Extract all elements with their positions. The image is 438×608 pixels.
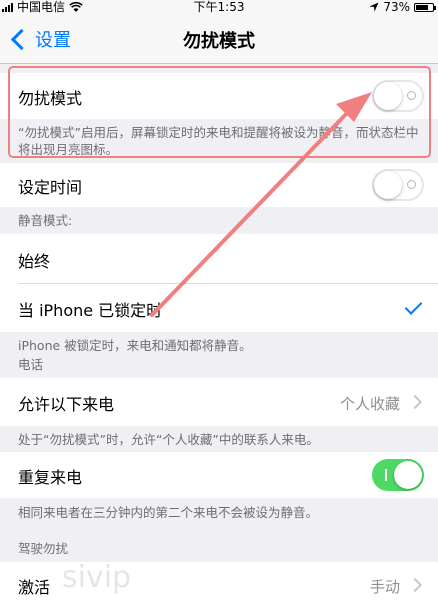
allow-calls-row[interactable]: 允许以下来电 个人收藏 <box>0 378 438 426</box>
scheduled-row: 设定时间 <box>0 163 438 207</box>
repeated-calls-footer: 相同来电者在三分钟内的第二个来电不会被设为静音。 <box>18 505 319 520</box>
toggle-knob <box>374 82 402 110</box>
allow-calls-label: 允许以下来电 <box>18 395 115 414</box>
scheduled-toggle[interactable] <box>372 169 424 201</box>
activate-row[interactable]: 激活 手动 <box>0 562 438 608</box>
location-icon <box>369 2 379 12</box>
page-title: 勿扰模式 <box>183 31 255 52</box>
dnd-row: 勿扰模式 <box>0 73 438 119</box>
status-bar: 中国电信 下午1:53 73% <box>0 0 438 14</box>
toggle-knob <box>394 461 422 489</box>
phone-header: 电话 <box>18 357 44 372</box>
checkmark-icon <box>404 297 423 315</box>
navigation-bar: 设置 勿扰模式 <box>0 14 438 64</box>
dnd-footer: “勿扰模式”启用后，屏幕锁定时的来电和提醒将被设为静音，而状态栏中将出现月亮图标… <box>18 125 419 157</box>
chevron-right-icon <box>407 394 423 410</box>
battery-icon <box>414 2 436 12</box>
toggle-knob <box>374 171 402 199</box>
battery-percent: 73% <box>383 0 410 14</box>
allow-calls-footer: 处于“勿扰模式”时，允许“个人收藏”中的联系人来电。 <box>18 432 319 447</box>
repeated-calls-row: 重复来电 <box>0 452 438 498</box>
repeated-calls-toggle[interactable] <box>372 459 424 491</box>
chevron-right-icon <box>407 577 423 593</box>
driving-header: 驾驶勿扰 <box>18 541 69 556</box>
locked-label: 当 iPhone 已锁定时 <box>18 301 163 320</box>
activate-label: 激活 <box>18 578 51 597</box>
allow-calls-value: 个人收藏 <box>339 395 400 413</box>
silence-footer: iPhone 被锁定时，来电和通知都将静音。 <box>18 338 252 353</box>
activate-value: 手动 <box>369 578 400 596</box>
battery-fill <box>416 4 428 10</box>
always-label: 始终 <box>18 252 51 271</box>
toggle-off-indicator <box>407 91 416 100</box>
silence-always-row[interactable]: 始终 <box>0 234 438 284</box>
repeated-calls-label: 重复来电 <box>18 468 83 487</box>
dnd-label: 勿扰模式 <box>18 89 83 108</box>
toggle-off-indicator <box>407 180 416 189</box>
silence-header: 静音模式: <box>18 213 73 228</box>
toggle-on-indicator <box>385 469 387 481</box>
silence-locked-row[interactable]: 当 iPhone 已锁定时 <box>0 284 438 332</box>
scheduled-label: 设定时间 <box>18 178 83 197</box>
dnd-toggle[interactable] <box>372 80 424 112</box>
